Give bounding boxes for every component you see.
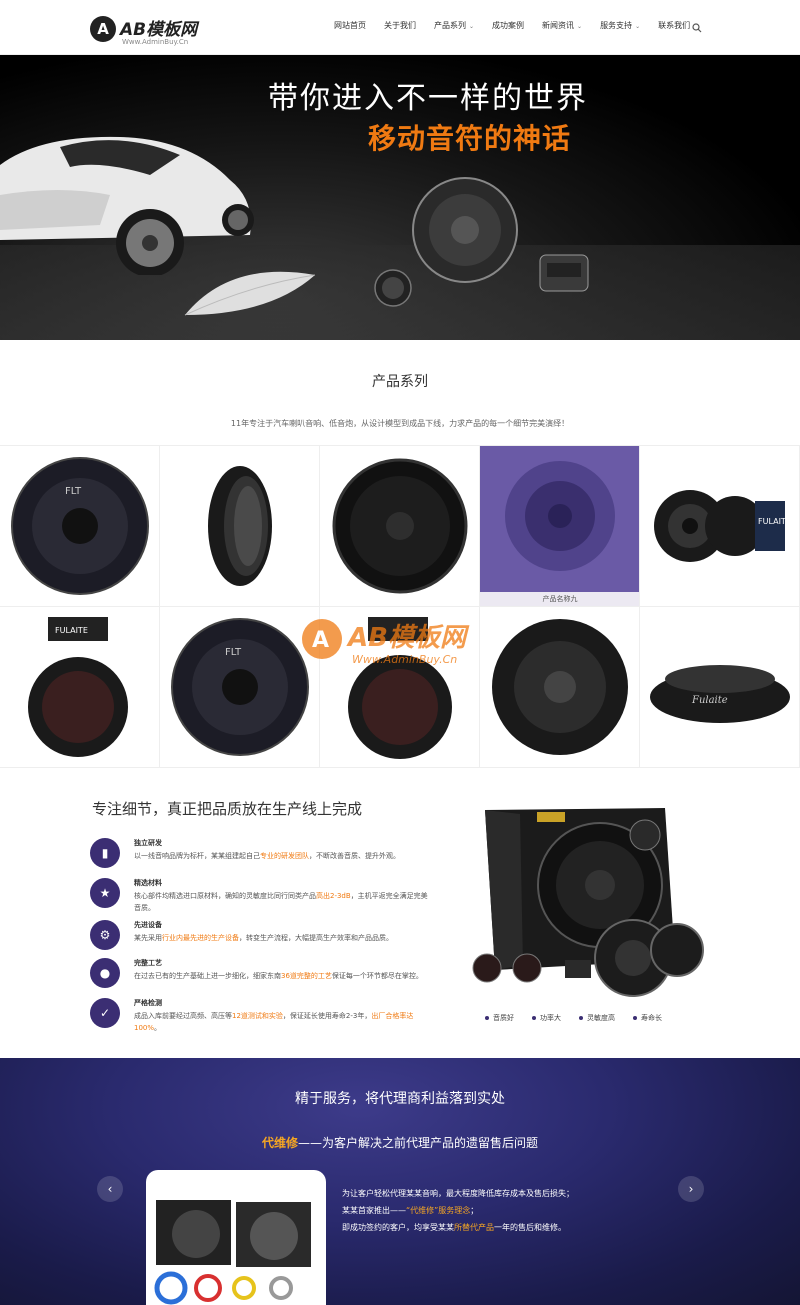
search-icon[interactable] xyxy=(692,23,702,33)
chevron-left-icon[interactable]: ‹ xyxy=(97,1176,123,1202)
service-line: 某某首家推出——“代维修”服务理念； xyxy=(342,1206,479,1215)
product-card[interactable]: Fulaite xyxy=(640,607,800,768)
chevron-down-icon: ⌄ xyxy=(469,23,475,30)
product-card[interactable] xyxy=(320,446,480,607)
check-icon: ✓ xyxy=(90,998,120,1028)
hero-banner[interactable]: 带你进入不一样的世界 移动音符的神话 xyxy=(0,55,800,340)
chevron-right-icon[interactable]: › xyxy=(678,1176,704,1202)
logo-mark: A xyxy=(90,16,116,42)
tag-item: 功率大 xyxy=(532,1013,561,1023)
tweeter-image: FULAITE xyxy=(28,617,128,757)
product-package-image xyxy=(154,1200,311,1305)
speaker-image xyxy=(332,458,468,594)
nav-item-products[interactable]: 产品系列 ⌄ xyxy=(434,20,484,40)
feature-name: 完整工艺 xyxy=(134,959,162,967)
product-card[interactable]: FLT xyxy=(0,446,160,607)
chevron-down-icon: ⌄ xyxy=(635,23,641,30)
brand-label: FULAITE xyxy=(55,626,88,635)
chevron-down-icon: ⌄ xyxy=(577,23,583,30)
nav-item-support[interactable]: 服务支持 ⌄ xyxy=(600,20,650,40)
feature-text: 以一线音响品牌为标杆，某某组建起自己专业的研发团队，不断改善音质、提升外观。 xyxy=(134,852,400,860)
product-card-hover[interactable]: 产品名称九 xyxy=(480,446,640,607)
service-card[interactable] xyxy=(146,1170,326,1305)
banner-title: 带你进入不一样的世界 xyxy=(268,81,588,116)
tweeter-image xyxy=(208,466,272,586)
brand-label: FLT xyxy=(65,486,82,497)
speaker-set-image xyxy=(374,177,589,307)
feature-name: 先进设备 xyxy=(134,921,162,929)
users-icon: ● xyxy=(90,958,120,988)
product-card[interactable]: FULAITE xyxy=(0,607,160,768)
product-grid: FLT 产品名称九 FULAITE FULAITE FLT Fulaite xyxy=(0,445,800,768)
tag-item: 寿命长 xyxy=(633,1013,662,1023)
svg-text:A: A xyxy=(312,628,329,653)
service-line: 即成功签约的客户，均享受某某所替代产品一年的售后和维修。 xyxy=(342,1223,566,1232)
feature-tags: 音质好 功率大 灵敏度高 寿命长 xyxy=(485,1013,662,1023)
tweeter-image: Fulaite xyxy=(650,665,790,723)
watermark-text: AB模板网 xyxy=(348,623,466,653)
feature-text: 某先采用行业内最先进的生产设备，转变生产流程，大幅提高生产效率和产品品质。 xyxy=(134,934,393,942)
subwoofer-image xyxy=(472,808,704,997)
products-title: 产品系列 xyxy=(372,374,428,390)
nav-item-cases[interactable]: 成功案例 xyxy=(492,20,534,40)
brand-label: Fulaite xyxy=(691,695,728,706)
feature-name: 精选材料 xyxy=(134,879,162,887)
nav-item-about[interactable]: 关于我们 xyxy=(384,20,426,40)
product-caption: 产品名称九 xyxy=(480,592,639,606)
product-card[interactable] xyxy=(160,446,320,607)
logo-icon: A xyxy=(302,619,342,659)
feature-text: 成品入库前要经过高频、高压等12道测试和实验，保证延长使用寿命2-3年，出厂合格… xyxy=(134,1012,414,1032)
tag-item: 灵敏度高 xyxy=(579,1013,615,1023)
nav-item-news[interactable]: 新闻资讯 ⌄ xyxy=(542,20,592,40)
main-nav: 网站首页 关于我们 产品系列 ⌄ 成功案例 新闻资讯 ⌄ 服务支持 ⌄ 联系我们 xyxy=(334,20,708,40)
logo-subtext: Www.AdminBuy.Cn xyxy=(122,38,189,46)
feature-text: 核心部件均精选进口原材料，确知的灵敏度比同行同类产品高出2-3dB，主机平返完全… xyxy=(134,892,428,912)
speaker-image: FLT xyxy=(171,618,309,756)
tag-item: 音质好 xyxy=(485,1013,514,1023)
speaker-image xyxy=(505,461,615,571)
tweeter-image: FULAITE xyxy=(654,490,791,562)
inbox-icon: ▮ xyxy=(90,838,120,868)
brand-label: FULAITE xyxy=(758,517,791,526)
feature-name: 严格检测 xyxy=(134,999,162,1007)
site-logo[interactable]: A AB模板网 Www.AdminBuy.Cn xyxy=(90,14,240,48)
banner-subtitle: 移动音符的神话 xyxy=(368,122,572,155)
features-title: 专注细节，真正把品质放在生产线上完成 xyxy=(92,800,363,818)
speaker-image: FLT xyxy=(11,457,149,595)
nav-item-home[interactable]: 网站首页 xyxy=(334,20,376,40)
site-header: A AB模板网 Www.AdminBuy.Cn 网站首页 关于我们 产品系列 ⌄ … xyxy=(0,0,800,55)
products-description: 11年专注于汽车喇叭音响、低音炮，从设计模型到成品下线，力求产品的每一个细节完美… xyxy=(230,419,570,428)
service-section: 精于服务，将代理商利益落到实处 代维修——为客户解决之前代理产品的遗留售后问题 … xyxy=(0,1058,800,1305)
service-title: 精于服务，将代理商利益落到实处 xyxy=(295,1091,505,1107)
watermark-subtext: Www.AdminBuy.Cn xyxy=(352,653,458,666)
service-text: 为让客户轻松代理某某音响，最大程度降低库存成本及售后损失； 某某首家推出——“代… xyxy=(342,1185,642,1236)
feather-image xyxy=(184,271,316,316)
service-line: 为让客户轻松代理某某音响，最大程度降低库存成本及售后损失； xyxy=(342,1189,574,1198)
logo-text: AB模板网 xyxy=(120,20,198,40)
brand-label: FLT xyxy=(225,647,242,658)
service-subtitle: 代维修——为客户解决之前代理产品的遗留售后问题 xyxy=(261,1136,539,1150)
star-icon: ★ xyxy=(90,878,120,908)
product-card[interactable]: FLT xyxy=(160,607,320,768)
product-card[interactable]: FULAITE xyxy=(640,446,800,607)
car-image xyxy=(0,136,254,275)
feature-name: 独立研发 xyxy=(134,839,162,847)
feature-text: 在过去已有的生产基础上进一步细化，细家东南36道完整的工艺保证每一个环节都尽在掌… xyxy=(134,972,423,980)
watermark: A AB模板网 Www.AdminBuy.Cn xyxy=(300,615,510,690)
gears-icon: ⚙ xyxy=(90,920,120,950)
